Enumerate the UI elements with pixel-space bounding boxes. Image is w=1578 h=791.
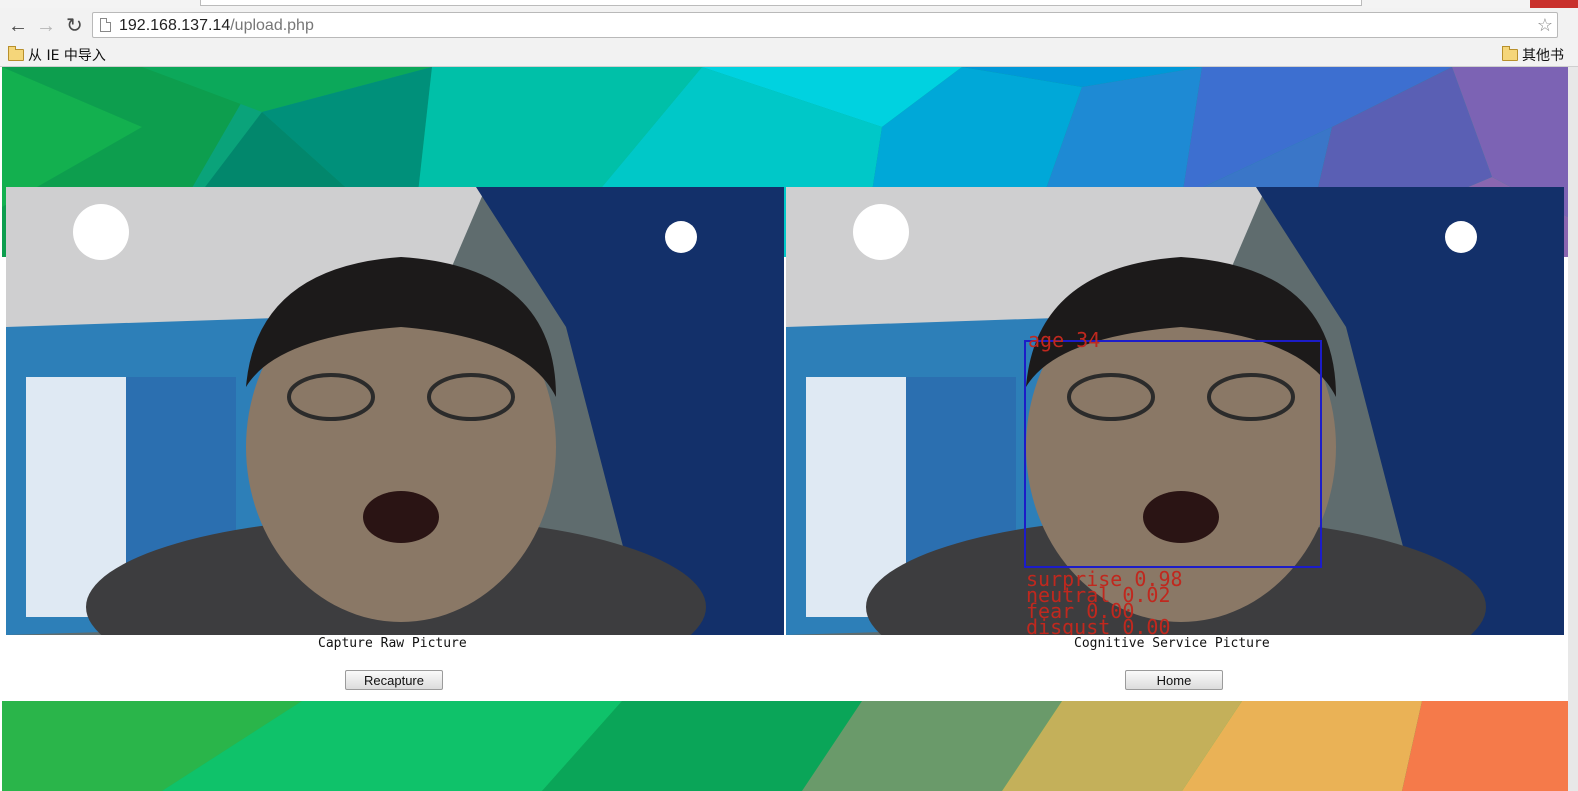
bookmark-other[interactable]: 其他书 [1502, 45, 1564, 65]
url-text: 192.168.137.14/upload.php [119, 17, 314, 35]
background-bottom [2, 701, 1568, 791]
url-path: /upload.php [230, 17, 314, 34]
browser-toolbar: ← → ↻ 192.168.137.14/upload.php ☆ [0, 8, 1578, 42]
url-host: 192.168.137.14 [119, 17, 231, 34]
page-icon [100, 18, 111, 32]
browser-tab[interactable] [200, 0, 1362, 6]
home-button[interactable]: Home [1125, 670, 1223, 690]
recapture-button[interactable]: Recapture [345, 670, 443, 690]
address-bar[interactable]: 192.168.137.14/upload.php ☆ [92, 12, 1558, 38]
bookmark-star-icon[interactable]: ☆ [1537, 15, 1553, 36]
folder-icon [1502, 46, 1518, 61]
bookmark-label: 从 IE 中导入 [28, 48, 106, 64]
window-titlebar [0, 0, 1578, 8]
raw-picture-caption: Capture Raw Picture [318, 636, 467, 651]
cognitive-picture-caption: Cognitive Service Picture [1074, 636, 1270, 651]
bookmarks-bar: 从 IE 中导入 其他书 [0, 42, 1578, 67]
bookmark-import-ie[interactable]: 从 IE 中导入 [8, 45, 106, 65]
window-close-button[interactable] [1530, 0, 1578, 8]
folder-icon [8, 46, 24, 61]
reload-icon[interactable]: ↻ [66, 16, 83, 36]
forward-arrow-icon[interactable]: → [36, 16, 56, 36]
raw-capture-image [6, 187, 784, 635]
age-label: age 34 [1028, 328, 1100, 352]
bookmark-label: 其他书 [1522, 48, 1564, 64]
page-scrollbar[interactable] [1568, 67, 1578, 791]
back-arrow-icon[interactable]: ← [8, 16, 28, 36]
emotion-line: disgust 0.00 [1026, 615, 1171, 635]
cognitive-service-image: age 34 surprise 0.98 neutral 0.02 fear 0… [786, 187, 1564, 635]
